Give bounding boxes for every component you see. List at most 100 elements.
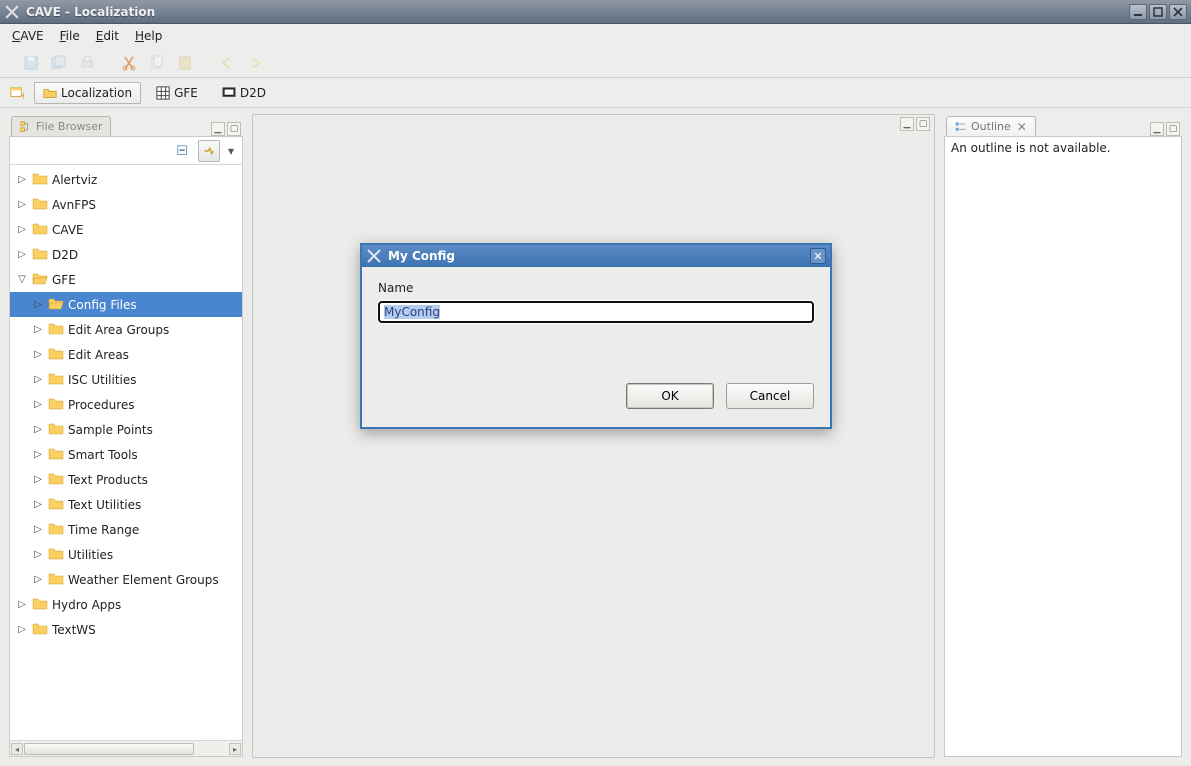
folder-icon: [32, 621, 48, 638]
file-browser-tab[interactable]: File Browser: [11, 116, 111, 136]
close-icon[interactable]: ✕: [1017, 120, 1027, 134]
expand-arrow-icon[interactable]: [32, 574, 44, 585]
open-perspective-icon[interactable]: +: [6, 82, 28, 104]
cancel-button[interactable]: Cancel: [726, 383, 814, 409]
menu-help[interactable]: Help: [129, 27, 168, 45]
tree-item[interactable]: AvnFPS: [10, 192, 242, 217]
expand-arrow-icon[interactable]: [16, 624, 28, 635]
view-maximize-icon[interactable]: ▢: [227, 122, 241, 136]
scroll-left-icon[interactable]: ◂: [11, 743, 23, 755]
menu-cave[interactable]: CAVE: [6, 27, 50, 45]
window-title: CAVE - Localization: [26, 5, 1129, 19]
dialog-name-input[interactable]: [378, 301, 814, 323]
menu-edit[interactable]: Edit: [90, 27, 125, 45]
folder-icon: [48, 546, 64, 563]
tree-item[interactable]: TextWS: [10, 617, 242, 642]
expand-arrow-icon[interactable]: [16, 274, 28, 285]
tree-item-label: Sample Points: [68, 423, 153, 437]
menu-file[interactable]: File: [54, 27, 86, 45]
tree-item-label: Alertviz: [52, 173, 97, 187]
link-editor-icon[interactable]: [198, 140, 220, 162]
expand-arrow-icon[interactable]: [32, 524, 44, 535]
editor-minimize-icon[interactable]: ▁: [900, 117, 914, 131]
tree-item[interactable]: Text Products: [10, 467, 242, 492]
collapse-all-icon[interactable]: [172, 140, 194, 162]
tree-item[interactable]: Utilities: [10, 542, 242, 567]
file-browser-tree[interactable]: AlertvizAvnFPSCAVED2DGFEConfig FilesEdit…: [10, 165, 242, 740]
file-browser-toolbar: ▾: [10, 137, 242, 165]
scroll-thumb[interactable]: [24, 743, 194, 755]
scroll-right-icon[interactable]: ▸: [229, 743, 241, 755]
expand-arrow-icon[interactable]: [16, 224, 28, 235]
back-icon[interactable]: [216, 52, 238, 74]
view-minimize-icon[interactable]: ▁: [1150, 122, 1164, 136]
main-toolbar: [0, 48, 1191, 78]
expand-arrow-icon[interactable]: [32, 399, 44, 410]
window-close-button[interactable]: [1169, 4, 1187, 20]
tree-item-label: TextWS: [52, 623, 96, 637]
expand-arrow-icon[interactable]: [16, 199, 28, 210]
perspective-d2d[interactable]: D2D: [213, 82, 275, 104]
expand-arrow-icon[interactable]: [32, 549, 44, 560]
expand-arrow-icon[interactable]: [32, 449, 44, 460]
view-minimize-icon[interactable]: ▁: [211, 122, 225, 136]
expand-arrow-icon[interactable]: [32, 299, 44, 310]
ok-button[interactable]: OK: [626, 383, 714, 409]
outline-view: Outline ✕ ▁ ▢ An outline is not availabl…: [943, 114, 1183, 758]
tree-item[interactable]: Text Utilities: [10, 492, 242, 517]
tree-item[interactable]: Alertviz: [10, 167, 242, 192]
tree-item-label: Time Range: [68, 523, 139, 537]
view-menu-chevron-down-icon[interactable]: ▾: [224, 140, 238, 162]
perspective-gfe[interactable]: GFE: [147, 82, 207, 104]
tree-item[interactable]: CAVE: [10, 217, 242, 242]
tree-item[interactable]: GFE: [10, 267, 242, 292]
expand-arrow-icon[interactable]: [32, 374, 44, 385]
forward-icon[interactable]: [244, 52, 266, 74]
save-all-icon[interactable]: [48, 52, 70, 74]
tree-item[interactable]: Sample Points: [10, 417, 242, 442]
tree-item-label: AvnFPS: [52, 198, 96, 212]
cut-icon[interactable]: [118, 52, 140, 74]
tree-item[interactable]: D2D: [10, 242, 242, 267]
outline-tab[interactable]: Outline ✕: [946, 116, 1036, 136]
dialog-titlebar[interactable]: My Config ✕: [362, 245, 830, 267]
tree-item-label: GFE: [52, 273, 76, 287]
perspective-localization[interactable]: Localization: [34, 82, 141, 104]
window-titlebar: CAVE - Localization: [0, 0, 1191, 24]
tree-item-label: Weather Element Groups: [68, 573, 219, 587]
expand-arrow-icon[interactable]: [32, 324, 44, 335]
tree-item[interactable]: Edit Area Groups: [10, 317, 242, 342]
svg-text:+: +: [20, 91, 24, 100]
expand-arrow-icon[interactable]: [32, 499, 44, 510]
save-icon[interactable]: [20, 52, 42, 74]
copy-icon[interactable]: [146, 52, 168, 74]
tree-item[interactable]: Config Files: [10, 292, 242, 317]
window-minimize-button[interactable]: [1129, 4, 1147, 20]
expand-arrow-icon[interactable]: [16, 249, 28, 260]
expand-arrow-icon[interactable]: [32, 349, 44, 360]
tree-icon: [20, 121, 32, 133]
tree-item[interactable]: Edit Areas: [10, 342, 242, 367]
grid-icon: [156, 86, 170, 100]
menubar: CAVE File Edit Help: [0, 24, 1191, 48]
tree-item[interactable]: Time Range: [10, 517, 242, 542]
folder-icon: [48, 396, 64, 413]
folder-icon: [48, 346, 64, 363]
paste-icon[interactable]: [174, 52, 196, 74]
editor-maximize-icon[interactable]: ▢: [916, 117, 930, 131]
dialog-close-button[interactable]: ✕: [810, 248, 826, 264]
tree-item[interactable]: Smart Tools: [10, 442, 242, 467]
horizontal-scrollbar[interactable]: ◂ ▸: [10, 740, 242, 756]
window-maximize-button[interactable]: [1149, 4, 1167, 20]
tree-item[interactable]: Hydro Apps: [10, 592, 242, 617]
print-icon[interactable]: [76, 52, 98, 74]
tree-item[interactable]: Weather Element Groups: [10, 567, 242, 592]
tree-item[interactable]: Procedures: [10, 392, 242, 417]
expand-arrow-icon[interactable]: [32, 474, 44, 485]
view-maximize-icon[interactable]: ▢: [1166, 122, 1180, 136]
expand-arrow-icon[interactable]: [16, 599, 28, 610]
expand-arrow-icon[interactable]: [16, 174, 28, 185]
tree-item[interactable]: ISC Utilities: [10, 367, 242, 392]
folder-icon: [48, 371, 64, 388]
expand-arrow-icon[interactable]: [32, 424, 44, 435]
